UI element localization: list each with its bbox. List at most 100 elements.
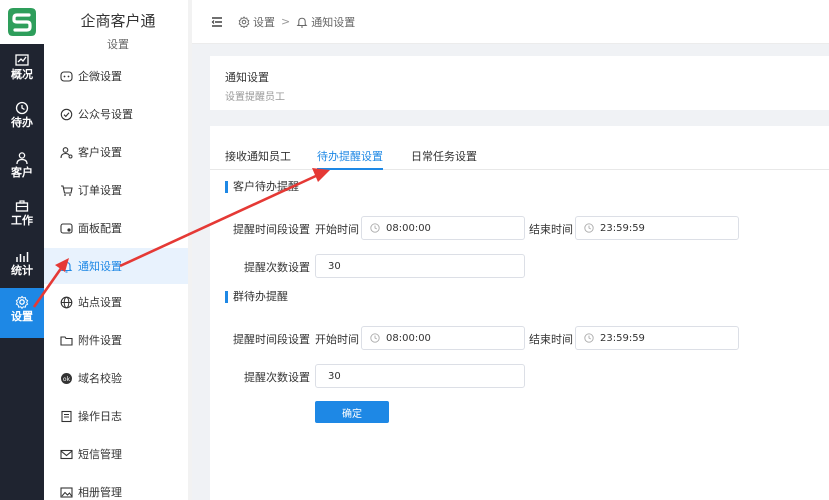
gear-icon <box>15 295 29 309</box>
settings-panel: 接收通知员工 待办提醒设置 日常任务设置 客户待办提醒 提醒时间段设置 开始时间… <box>210 126 829 500</box>
customer-end-time-input[interactable]: 23:59:59 <box>575 216 739 240</box>
sidebar-item-label: 客户设置 <box>78 146 122 159</box>
sidebar-item-label: 操作日志 <box>78 410 122 423</box>
check-circle-icon <box>60 108 73 120</box>
menu-collapse-icon[interactable] <box>210 15 224 29</box>
count-label: 提醒次数设置 <box>244 261 310 274</box>
rail-label: 客户 <box>11 166 33 179</box>
breadcrumb-notification: 通知设置 <box>311 15 356 29</box>
rail-label: 设置 <box>11 310 33 323</box>
sidebar-item-panel[interactable]: 面板配置 <box>44 210 192 246</box>
verify-icon: ok <box>61 372 72 384</box>
group-end-time-input[interactable]: 23:59:59 <box>575 326 739 350</box>
section-title-group: 群待办提醒 <box>225 291 288 303</box>
panel-icon <box>60 222 73 234</box>
sidebar-item-operation-log[interactable]: 操作日志 <box>44 398 192 434</box>
chart-icon <box>15 54 29 66</box>
main-nav-rail: 概况 待办 客户 工作 统计 设置 <box>0 0 44 500</box>
settings-sidebar: 企商客户通 设置 企微设置 公众号设置 客户设置 订单设置 面板配置 通知设置 … <box>44 0 192 500</box>
clock-icon <box>584 223 594 233</box>
breadcrumb-settings[interactable]: 设置 <box>253 14 275 30</box>
tab-bar: 接收通知员工 待办提醒设置 日常任务设置 <box>210 144 829 170</box>
sidebar-item-official-account[interactable]: 公众号设置 <box>44 96 192 132</box>
sidebar-item-order[interactable]: 订单设置 <box>44 172 192 208</box>
sidebar-item-notification[interactable]: 通知设置 <box>44 248 192 284</box>
mail-icon <box>60 449 73 459</box>
sidebar-item-label: 通知设置 <box>78 260 122 273</box>
start-time-label: 开始时间 <box>315 333 359 346</box>
bell-icon <box>60 261 73 273</box>
sidebar-item-site[interactable]: 站点设置 <box>44 284 192 320</box>
rail-item-overview[interactable]: 概况 <box>0 46 44 96</box>
period-label: 提醒时间段设置 <box>233 333 310 346</box>
breadcrumb: 设置 > 通知设置 <box>238 14 355 30</box>
sidebar-item-label: 相册管理 <box>78 486 122 499</box>
sidebar-item-attachment[interactable]: 附件设置 <box>44 322 192 358</box>
folder-icon <box>60 335 73 346</box>
brand-title: 企商客户通 <box>80 12 156 30</box>
group-start-time-input[interactable]: 08:00:00 <box>361 326 525 350</box>
sidebar-item-label: 公众号设置 <box>78 108 133 121</box>
end-time-label: 结束时间 <box>529 223 573 236</box>
bell-icon <box>296 17 308 27</box>
page-subtitle: 设置提醒员工 <box>225 92 285 103</box>
tab-todo-reminder[interactable]: 待办提醒设置 <box>317 148 383 170</box>
rail-label: 概况 <box>11 68 33 81</box>
sidebar-item-wecom[interactable]: 企微设置 <box>44 58 192 94</box>
sidebar-item-label: 站点设置 <box>78 296 122 309</box>
tab-daily-task[interactable]: 日常任务设置 <box>411 148 477 170</box>
sidebar-item-label: 订单设置 <box>78 184 122 197</box>
rail-item-settings[interactable]: 设置 <box>0 288 44 338</box>
gear-icon <box>238 15 250 28</box>
stats-icon <box>16 252 29 262</box>
svg-text:ok: ok <box>63 375 71 382</box>
time-value: 23:59:59 <box>600 222 645 234</box>
rail-item-stats[interactable]: 统计 <box>0 242 44 292</box>
start-time-label: 开始时间 <box>315 223 359 236</box>
briefcase-icon <box>15 200 29 212</box>
clock-icon <box>584 333 594 343</box>
image-icon <box>60 486 73 498</box>
log-icon <box>61 410 72 422</box>
app-logo[interactable] <box>0 0 44 44</box>
page-title: 通知设置 <box>225 71 269 84</box>
sidebar-item-label: 短信管理 <box>78 448 122 461</box>
group-count-input[interactable]: 30 <box>315 364 525 388</box>
customer-count-input[interactable]: 30 <box>315 254 525 278</box>
period-label: 提醒时间段设置 <box>233 223 310 236</box>
cart-icon <box>61 184 73 196</box>
confirm-button[interactable]: 确定 <box>315 401 389 423</box>
tab-receive-staff[interactable]: 接收通知员工 <box>225 148 291 170</box>
rail-item-todo[interactable]: 待办 <box>0 94 44 144</box>
rail-item-work[interactable]: 工作 <box>0 192 44 242</box>
globe-icon <box>60 296 73 308</box>
sidebar-item-sms[interactable]: 短信管理 <box>44 436 192 472</box>
sidebar-item-label: 域名校验 <box>78 372 122 385</box>
rail-label: 统计 <box>11 264 33 277</box>
count-label: 提醒次数设置 <box>244 371 310 384</box>
time-value: 08:00:00 <box>386 222 431 234</box>
clock-icon <box>370 333 380 343</box>
clock-icon <box>370 223 380 233</box>
rail-label: 工作 <box>11 214 33 227</box>
sidebar-item-label: 企微设置 <box>78 70 122 83</box>
sidebar-item-album[interactable]: 相册管理 <box>44 474 192 500</box>
section-title-customer: 客户待办提醒 <box>225 181 299 193</box>
history-icon <box>15 101 29 115</box>
sidebar-item-domain-verify[interactable]: ok 域名校验 <box>44 360 192 396</box>
customer-start-time-input[interactable]: 08:00:00 <box>361 216 525 240</box>
time-value: 08:00:00 <box>386 332 431 344</box>
user-settings-icon <box>60 146 73 158</box>
time-value: 23:59:59 <box>600 332 645 344</box>
sidebar-item-label: 面板配置 <box>78 222 122 235</box>
sidebar-item-label: 附件设置 <box>78 334 122 347</box>
rail-label: 待办 <box>11 116 33 129</box>
wecom-icon <box>60 70 73 82</box>
top-bar: 设置 > 通知设置 <box>192 0 829 44</box>
logo-icon <box>8 8 36 36</box>
breadcrumb-separator: > <box>281 15 291 28</box>
sidebar-item-customer[interactable]: 客户设置 <box>44 134 192 170</box>
rail-item-customer[interactable]: 客户 <box>0 144 44 194</box>
user-icon <box>16 152 28 165</box>
sidebar-scrollbar[interactable] <box>188 0 192 500</box>
